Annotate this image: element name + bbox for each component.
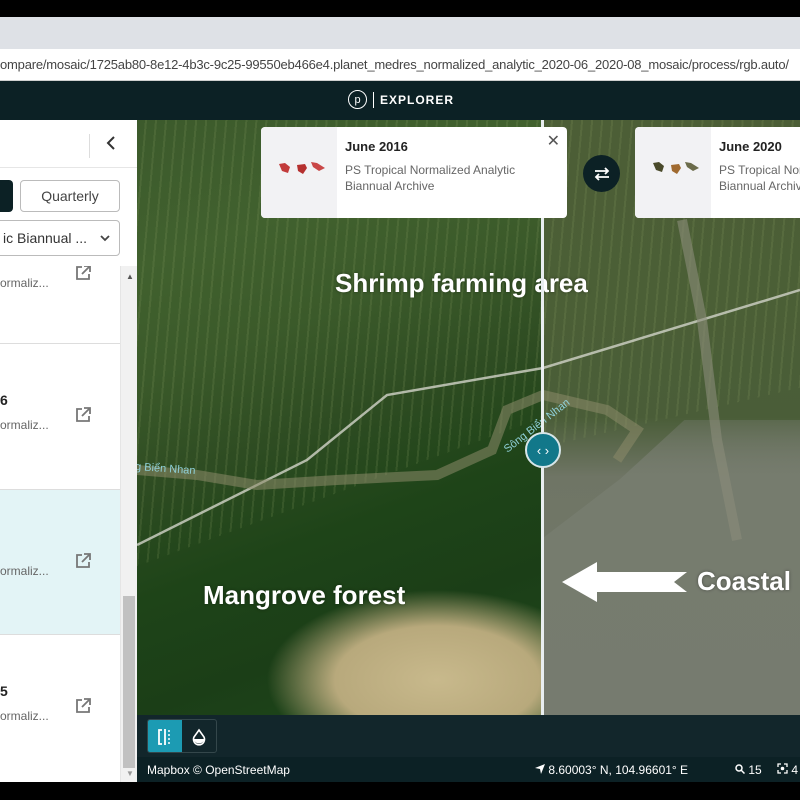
annotation-coastal: Coastal bbox=[697, 566, 791, 596]
external-link-icon[interactable] bbox=[74, 406, 92, 424]
list-scrollbar[interactable]: ▲ ▼ bbox=[120, 266, 137, 782]
map-attribution[interactable]: Mapbox © OpenStreetMap bbox=[147, 763, 290, 777]
list-item-subtitle: ormaliz... bbox=[0, 709, 49, 723]
app-logo[interactable]: p EXPLORER bbox=[348, 90, 454, 109]
opacity-drop-icon bbox=[192, 728, 206, 746]
collapse-sidebar-button[interactable] bbox=[104, 134, 120, 154]
status-bar: Mapbox © OpenStreetMap 8.60003° N, 104.9… bbox=[137, 757, 800, 782]
cadence-button-active[interactable] bbox=[0, 180, 13, 212]
mosaic-thumbnail bbox=[261, 127, 337, 218]
external-link-icon[interactable] bbox=[74, 552, 92, 570]
list-item-title: 6 bbox=[0, 392, 8, 408]
annotation-mangrove-forest: Mangrove forest bbox=[203, 580, 406, 610]
map-toolbar bbox=[137, 715, 800, 757]
coordinates-text: 8.60003° N, 104.96601° E bbox=[548, 763, 689, 777]
compare-mode-toggle bbox=[147, 719, 217, 753]
list-item[interactable]: ormaliz... bbox=[0, 266, 120, 344]
url-text[interactable]: ompare/mosaic/1725ab80-8e12-4b3c-9c25-99… bbox=[0, 57, 789, 72]
chevrons-left-right-icon: ‹ › bbox=[536, 442, 550, 458]
mosaic-thumbnail bbox=[635, 127, 711, 218]
cursor-coordinates: 8.60003° N, 104.96601° E bbox=[535, 763, 688, 777]
list-item[interactable]: 5 ormaliz... bbox=[0, 635, 120, 782]
mosaic-list: ormaliz... 6 ormaliz... ormaliz... 5 orm… bbox=[0, 266, 120, 782]
canal bbox=[677, 219, 742, 541]
external-link-icon[interactable] bbox=[74, 266, 92, 282]
split-compare-button[interactable] bbox=[148, 720, 182, 752]
focus-icon bbox=[777, 763, 788, 774]
quarterly-button[interactable]: Quarterly bbox=[20, 180, 120, 212]
external-link-icon[interactable] bbox=[74, 697, 92, 715]
list-item-subtitle: ormaliz... bbox=[0, 276, 49, 290]
address-bar[interactable]: ompare/mosaic/1725ab80-8e12-4b3c-9c25-99… bbox=[0, 49, 800, 81]
app-header: p EXPLORER bbox=[0, 81, 800, 120]
card-subtitle: Biannual Archive bbox=[345, 179, 435, 193]
search-icon bbox=[735, 764, 746, 775]
screen-border-bottom bbox=[0, 782, 800, 800]
close-icon[interactable]: ✕ bbox=[547, 131, 560, 151]
card-title: June 2016 bbox=[345, 139, 408, 154]
right-mosaic-card[interactable]: June 2020 PS Tropical Normalized Analyti… bbox=[635, 127, 800, 218]
scroll-up-arrow-icon[interactable]: ▲ bbox=[126, 272, 134, 281]
card-title: June 2020 bbox=[719, 139, 782, 154]
zoom-level-value: 15 bbox=[748, 763, 762, 777]
app-title: EXPLORER bbox=[380, 92, 455, 107]
location-arrow-icon bbox=[535, 764, 545, 774]
sidebar-header bbox=[0, 120, 137, 168]
list-item-subtitle: ormaliz... bbox=[0, 418, 49, 432]
mosaic-select[interactable]: ic Biannual ... bbox=[0, 220, 120, 256]
card-subtitle: PS Tropical Normalized Analytic bbox=[345, 163, 516, 177]
left-mosaic-card[interactable]: June 2016 PS Tropical Normalized Analyti… bbox=[261, 127, 567, 218]
logo-divider bbox=[373, 91, 374, 108]
list-item-title: 5 bbox=[0, 683, 8, 699]
zoom-level: 15 bbox=[735, 763, 762, 777]
chevron-down-icon bbox=[100, 235, 110, 242]
list-item-selected[interactable]: ormaliz... bbox=[0, 490, 120, 635]
fit-value: 4 bbox=[791, 763, 799, 777]
screen-border-top bbox=[0, 0, 800, 17]
map-view[interactable]: Sông Biển Nhan g Biển Nhan Shrimp farmin… bbox=[137, 120, 800, 715]
swap-icon bbox=[594, 166, 609, 181]
list-item[interactable]: 6 ormaliz... bbox=[0, 344, 120, 490]
chevron-left-icon bbox=[106, 136, 115, 150]
card-body: June 2020 PS Tropical Normalized Analyti… bbox=[711, 127, 800, 218]
header-divider bbox=[89, 134, 90, 158]
scrollbar-thumb[interactable] bbox=[123, 596, 135, 768]
sidebar: Quarterly ic Biannual ... ormaliz... 6 o… bbox=[0, 120, 137, 782]
split-view-icon bbox=[158, 729, 170, 745]
thumbnail-image bbox=[653, 162, 699, 174]
scroll-down-arrow-icon[interactable]: ▼ bbox=[126, 769, 134, 778]
swap-mosaics-button[interactable] bbox=[583, 155, 620, 192]
annotation-arrow-icon bbox=[562, 562, 687, 602]
card-subtitle: PS Tropical Normalized Analytic bbox=[719, 163, 800, 177]
browser-tabstrip bbox=[0, 17, 800, 49]
planet-logo-icon: p bbox=[348, 90, 367, 109]
annotation-shrimp-farming: Shrimp farming area bbox=[335, 268, 588, 298]
opacity-compare-button[interactable] bbox=[182, 720, 216, 752]
split-drag-handle[interactable]: ‹ › bbox=[525, 432, 561, 468]
list-item-subtitle: ormaliz... bbox=[0, 564, 49, 578]
fit-bounds[interactable]: 4 bbox=[777, 763, 798, 777]
thumbnail-image bbox=[279, 162, 325, 174]
mosaic-select-value: ic Biannual ... bbox=[3, 230, 88, 246]
card-body: June 2016 PS Tropical Normalized Analyti… bbox=[337, 127, 515, 218]
card-subtitle: Biannual Archive bbox=[719, 179, 800, 193]
